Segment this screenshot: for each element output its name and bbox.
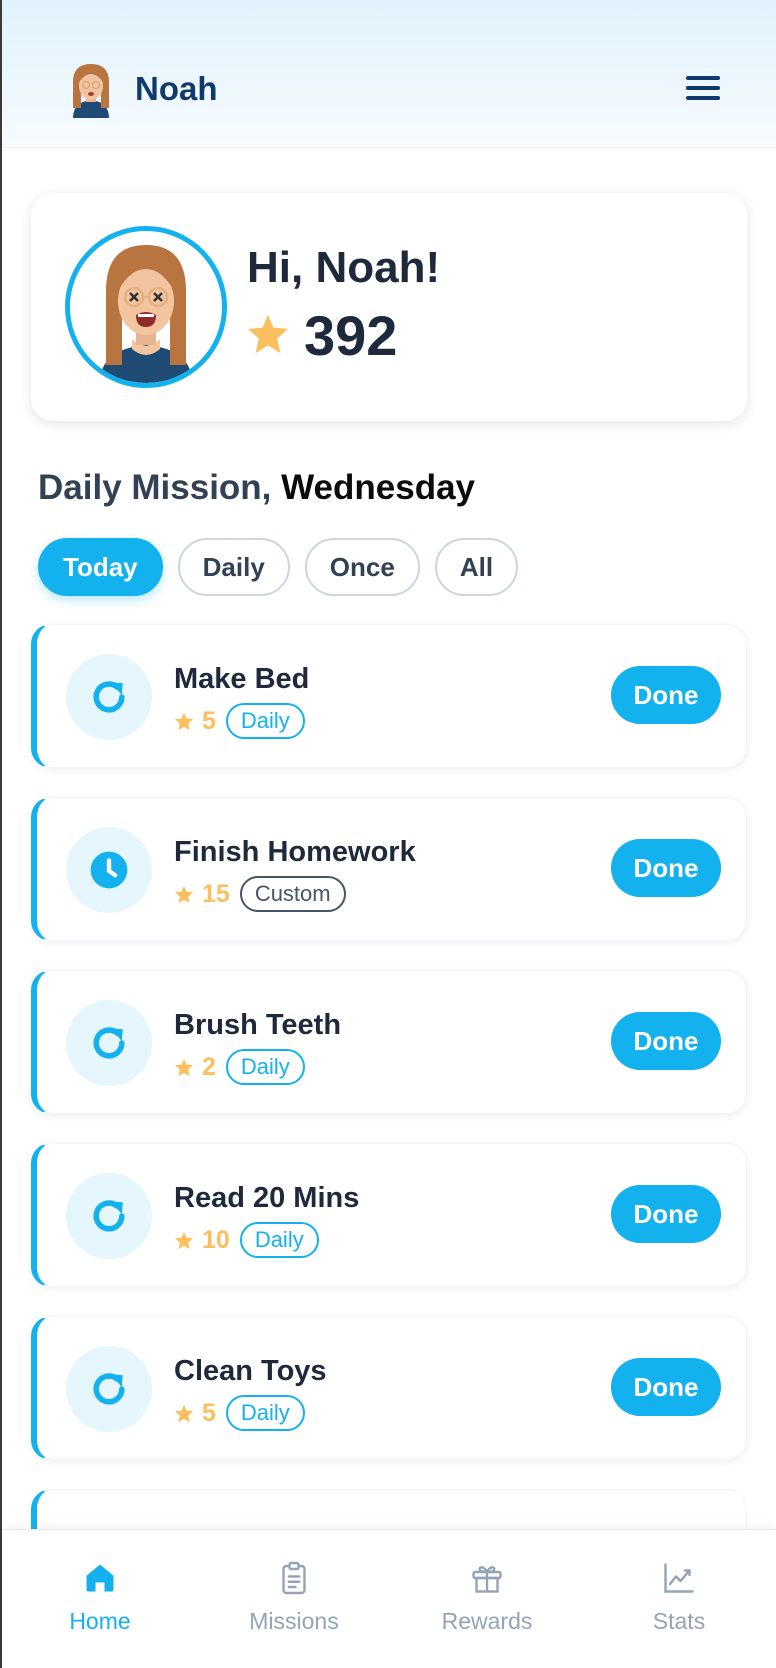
repeat-icon [66, 654, 152, 740]
home-icon [86, 1564, 114, 1592]
star-icon [174, 712, 194, 730]
bottom-nav: Home Missions Rewards Stats [2, 1529, 776, 1668]
task-meta: 10 Daily [174, 1222, 319, 1258]
nav-home[interactable]: Home [35, 1560, 165, 1635]
task-card: Brush Teeth 2 Daily Done [31, 970, 747, 1114]
profile-card: Hi, Noah! 392 [31, 193, 747, 421]
task-tag: Daily [225, 1049, 305, 1085]
filter-today[interactable]: Today [38, 538, 163, 596]
done-button[interactable]: Done [611, 1012, 721, 1070]
star-icon [246, 313, 290, 355]
section-title-day: Wednesday [281, 468, 476, 507]
task-meta: 2 Daily [174, 1049, 305, 1085]
task-card: Make Bed 5 Daily Done [31, 624, 747, 768]
section-title-prefix: Daily Mission, [38, 468, 272, 507]
task-title: Make Bed [174, 663, 310, 695]
task-tag: Daily [239, 1222, 319, 1258]
done-button[interactable]: Done [611, 1358, 721, 1416]
done-button[interactable]: Done [611, 666, 721, 724]
task-points-value: 2 [202, 1052, 216, 1081]
task-card-partial [31, 1489, 747, 1529]
chart-line-icon [664, 1563, 694, 1593]
repeat-icon [66, 1346, 152, 1432]
app-header: Noah [2, 0, 776, 148]
nav-stats[interactable]: Stats [614, 1560, 744, 1635]
done-button[interactable]: Done [611, 1185, 721, 1243]
done-button[interactable]: Done [611, 839, 721, 897]
task-meta: 15 Custom [174, 876, 346, 912]
task-meta: 5 Daily [174, 1395, 305, 1431]
filter-chips: Today Daily Once All [38, 538, 519, 596]
task-title: Finish Homework [174, 836, 416, 868]
task-title: Clean Toys [174, 1355, 327, 1387]
section-title: Daily Mission, Wednesday [38, 468, 475, 508]
clipboard-icon [282, 1561, 306, 1595]
nav-stats-label: Stats [652, 1608, 706, 1634]
filter-once[interactable]: Once [304, 538, 420, 596]
star-icon [174, 1404, 194, 1422]
task-title: Brush Teeth [174, 1009, 342, 1041]
greeting-text: Hi, Noah! [247, 243, 441, 292]
nav-home-label: Home [69, 1608, 131, 1634]
star-icon [174, 885, 194, 903]
task-title: Read 20 Mins [174, 1182, 360, 1214]
task-meta: 5 Daily [174, 703, 305, 739]
task-card: Read 20 Mins 10 Daily Done [31, 1143, 747, 1287]
window-edge [0, 0, 2, 1668]
task-list: Make Bed 5 Daily Done Finish Homework 15… [31, 624, 747, 1558]
task-tag: Custom [239, 876, 346, 912]
profile-avatar[interactable] [65, 226, 227, 388]
points-total: 392 [304, 304, 398, 367]
task-points: 5 [174, 707, 216, 736]
nav-missions[interactable]: Missions [229, 1560, 359, 1635]
repeat-icon [66, 1173, 152, 1259]
task-points: 10 [174, 1226, 230, 1255]
task-points: 5 [174, 1399, 216, 1428]
task-points-value: 15 [202, 879, 230, 908]
nav-missions-label: Missions [249, 1608, 339, 1634]
task-points: 2 [174, 1053, 216, 1082]
task-tag: Daily [225, 1395, 305, 1431]
filter-all[interactable]: All [434, 538, 519, 596]
menu-icon[interactable] [686, 76, 726, 108]
nav-rewards[interactable]: Rewards [422, 1560, 552, 1635]
task-tag: Daily [225, 703, 305, 739]
repeat-icon [66, 1000, 152, 1086]
task-card: Finish Homework 15 Custom Done [31, 797, 747, 941]
nav-rewards-label: Rewards [441, 1608, 533, 1634]
gift-icon [472, 1566, 502, 1593]
header-user-name: Noah [135, 70, 218, 107]
header-avatar[interactable] [67, 62, 115, 120]
clock-icon [66, 827, 152, 913]
task-card: Clean Toys 5 Daily Done [31, 1316, 747, 1460]
filter-daily[interactable]: Daily [177, 538, 290, 596]
task-points-value: 5 [202, 706, 216, 735]
task-points-value: 5 [202, 1398, 216, 1427]
star-icon [174, 1231, 194, 1249]
star-icon [174, 1058, 194, 1076]
task-points: 15 [174, 880, 230, 909]
task-points-value: 10 [202, 1225, 230, 1254]
